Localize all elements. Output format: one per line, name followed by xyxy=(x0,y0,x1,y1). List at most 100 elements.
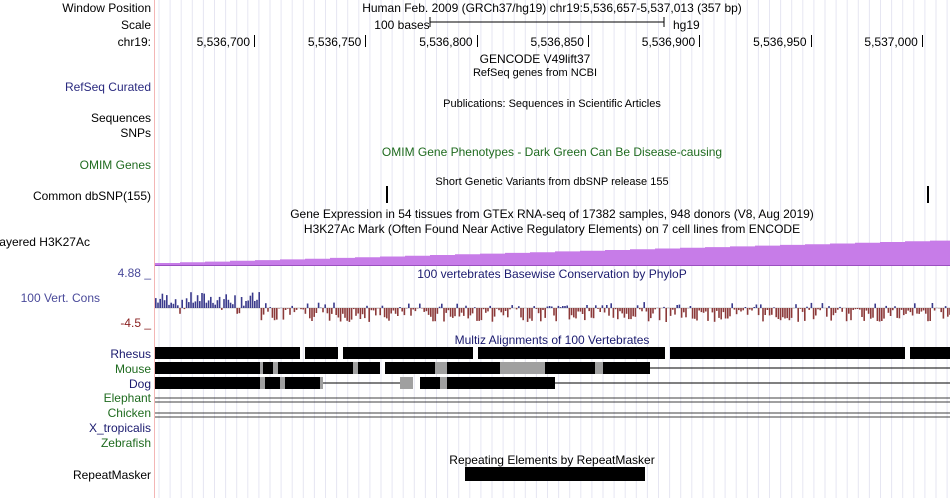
cons-bar-neg xyxy=(733,308,736,310)
cons-bar-neg xyxy=(720,308,722,320)
cons-bar-neg xyxy=(392,308,395,311)
rhesus-block xyxy=(478,347,665,359)
cons-bar-neg xyxy=(502,308,505,316)
cons-bar-neg xyxy=(262,308,265,315)
cons-bar-pos xyxy=(170,302,172,308)
cons-bar-neg xyxy=(544,308,546,318)
cons-bar-neg xyxy=(933,308,936,311)
cons-bar-neg xyxy=(412,308,414,310)
omim-track-label[interactable]: OMIM Genes xyxy=(80,158,151,172)
cons-bar-neg xyxy=(491,308,494,322)
cons-bar-neg xyxy=(496,308,498,309)
cons-bar-neg xyxy=(313,308,315,317)
cons-bar-neg xyxy=(876,308,879,321)
cons-bar-neg xyxy=(634,308,637,317)
refseq-track-title[interactable]: RefSeq genes from NCBI xyxy=(473,67,597,79)
cons-bar-neg xyxy=(799,308,802,309)
rhesus-block xyxy=(305,347,338,359)
cons-bar-neg xyxy=(702,308,705,313)
cons-bar-neg xyxy=(764,308,766,315)
cons-track-label[interactable]: 100 Vert. Cons xyxy=(21,291,100,305)
cons-bar-neg xyxy=(276,308,278,320)
cons-bar-neg xyxy=(592,308,595,319)
dbsnp-track-label[interactable]: Common dbSNP(155) xyxy=(33,189,151,203)
cons-bar-neg xyxy=(742,308,744,311)
cons-bar-pos xyxy=(773,307,775,308)
publications-track-title[interactable]: Publications: Sequences in Scientific Ar… xyxy=(443,98,661,110)
cons-bar-pos xyxy=(753,307,755,308)
omim-track-title[interactable]: OMIM Gene Phenotypes - Dark Green Can Be… xyxy=(382,145,722,159)
species-label-rhesus[interactable]: Rhesus xyxy=(110,347,151,361)
species-label-mouse[interactable]: Mouse xyxy=(115,362,151,376)
species-label-dog[interactable]: Dog xyxy=(129,377,151,391)
dog-block xyxy=(265,377,280,389)
track-display-area[interactable]: Human Feb. 2009 (GRCh37/hg19) chr19:5,53… xyxy=(155,0,950,498)
cons-bar-neg xyxy=(449,308,452,317)
cons-bar-pos xyxy=(181,299,183,308)
cons-bar-neg xyxy=(383,308,386,318)
cons-bar-neg xyxy=(322,308,324,313)
h3k27ac-track-label[interactable]: Layered H3K27Ac xyxy=(0,235,90,249)
species-label-zebrafish[interactable]: Zebrafish xyxy=(101,436,151,450)
repeatmasker-track-label[interactable]: RepeatMasker xyxy=(73,468,151,482)
cons-bar-neg xyxy=(878,308,881,322)
multiz-track-title[interactable]: Multiz Alignments of 100 Vertebrates xyxy=(455,333,650,347)
cons-bar-pos xyxy=(201,293,203,308)
cons-bar-neg xyxy=(837,308,839,310)
sequences-track-label[interactable]: Sequences xyxy=(91,111,151,125)
cons-bar-pos xyxy=(223,299,225,308)
cons-bar-neg xyxy=(579,308,582,312)
cons-bar-pos xyxy=(456,303,458,308)
cons-bar-neg xyxy=(691,308,694,319)
cons-bar-neg xyxy=(929,308,931,321)
cons-bar-neg xyxy=(762,308,764,322)
gencode-track-title[interactable]: GENCODE V49lift37 xyxy=(480,52,591,66)
cons-bar-pos xyxy=(557,305,560,308)
gtex-track-title[interactable]: Gene Expression in 54 tissues from GTEx … xyxy=(290,207,814,221)
cons-bar-neg xyxy=(632,308,634,317)
repeat-track-title[interactable]: Repeating Elements by RepeatMasker xyxy=(449,453,654,467)
phylop-track-title[interactable]: 100 vertebrates Basewise Conservation by… xyxy=(417,267,686,281)
cons-bar-neg xyxy=(452,308,454,318)
cons-bar-neg xyxy=(507,308,509,318)
cons-bar-neg xyxy=(584,308,586,321)
h3k27ac-area xyxy=(155,240,950,266)
cons-bar-neg xyxy=(295,308,298,310)
cons-bar-neg xyxy=(729,308,731,317)
cons-bar-neg xyxy=(443,308,445,322)
cons-bar-neg xyxy=(905,308,907,314)
cons-bar-neg xyxy=(705,308,707,312)
cons-bar-neg xyxy=(647,308,650,322)
cons-bar-neg xyxy=(696,308,698,321)
cons-bar-pos xyxy=(247,300,249,308)
cons-bar-neg xyxy=(815,308,817,316)
cons-bar-pos xyxy=(408,303,410,308)
cons-bar-neg xyxy=(350,308,353,320)
dbsnp-variants xyxy=(386,186,929,203)
cons-bar-pos xyxy=(207,300,210,308)
species-label-x_tropicalis[interactable]: X_tropicalis xyxy=(89,421,151,435)
assembly-label: hg19 xyxy=(673,18,700,32)
mouse-block xyxy=(278,362,353,374)
h3k27ac-track-title[interactable]: H3K27Ac Mark (Often Found Near Active Re… xyxy=(304,222,800,236)
cons-bar-pos xyxy=(196,295,199,308)
cons-min-label: -4.5 _ xyxy=(120,316,151,330)
mouse-block xyxy=(358,362,380,374)
cons-bar-neg xyxy=(680,308,683,318)
cons-bar-neg xyxy=(859,308,861,310)
cons-bar-neg xyxy=(722,308,725,313)
refseq-track-label[interactable]: RefSeq Curated xyxy=(65,80,151,94)
cons-bar-neg xyxy=(480,308,483,321)
cons-bar-pos xyxy=(291,305,293,308)
ruler-tick-label: 5,536,900 xyxy=(641,35,696,49)
species-label-chicken[interactable]: Chicken xyxy=(108,406,151,420)
cons-bar-pos xyxy=(663,306,665,308)
cons-bar-neg xyxy=(918,308,920,314)
cons-bar-pos xyxy=(172,303,175,308)
cons-bar-pos xyxy=(210,296,212,308)
cons-bar-neg xyxy=(478,308,480,321)
snps-track-label[interactable]: SNPs xyxy=(120,126,151,140)
mouse-block xyxy=(263,362,273,374)
species-label-elephant[interactable]: Elephant xyxy=(104,391,151,405)
mouse-gap-block xyxy=(353,362,358,374)
